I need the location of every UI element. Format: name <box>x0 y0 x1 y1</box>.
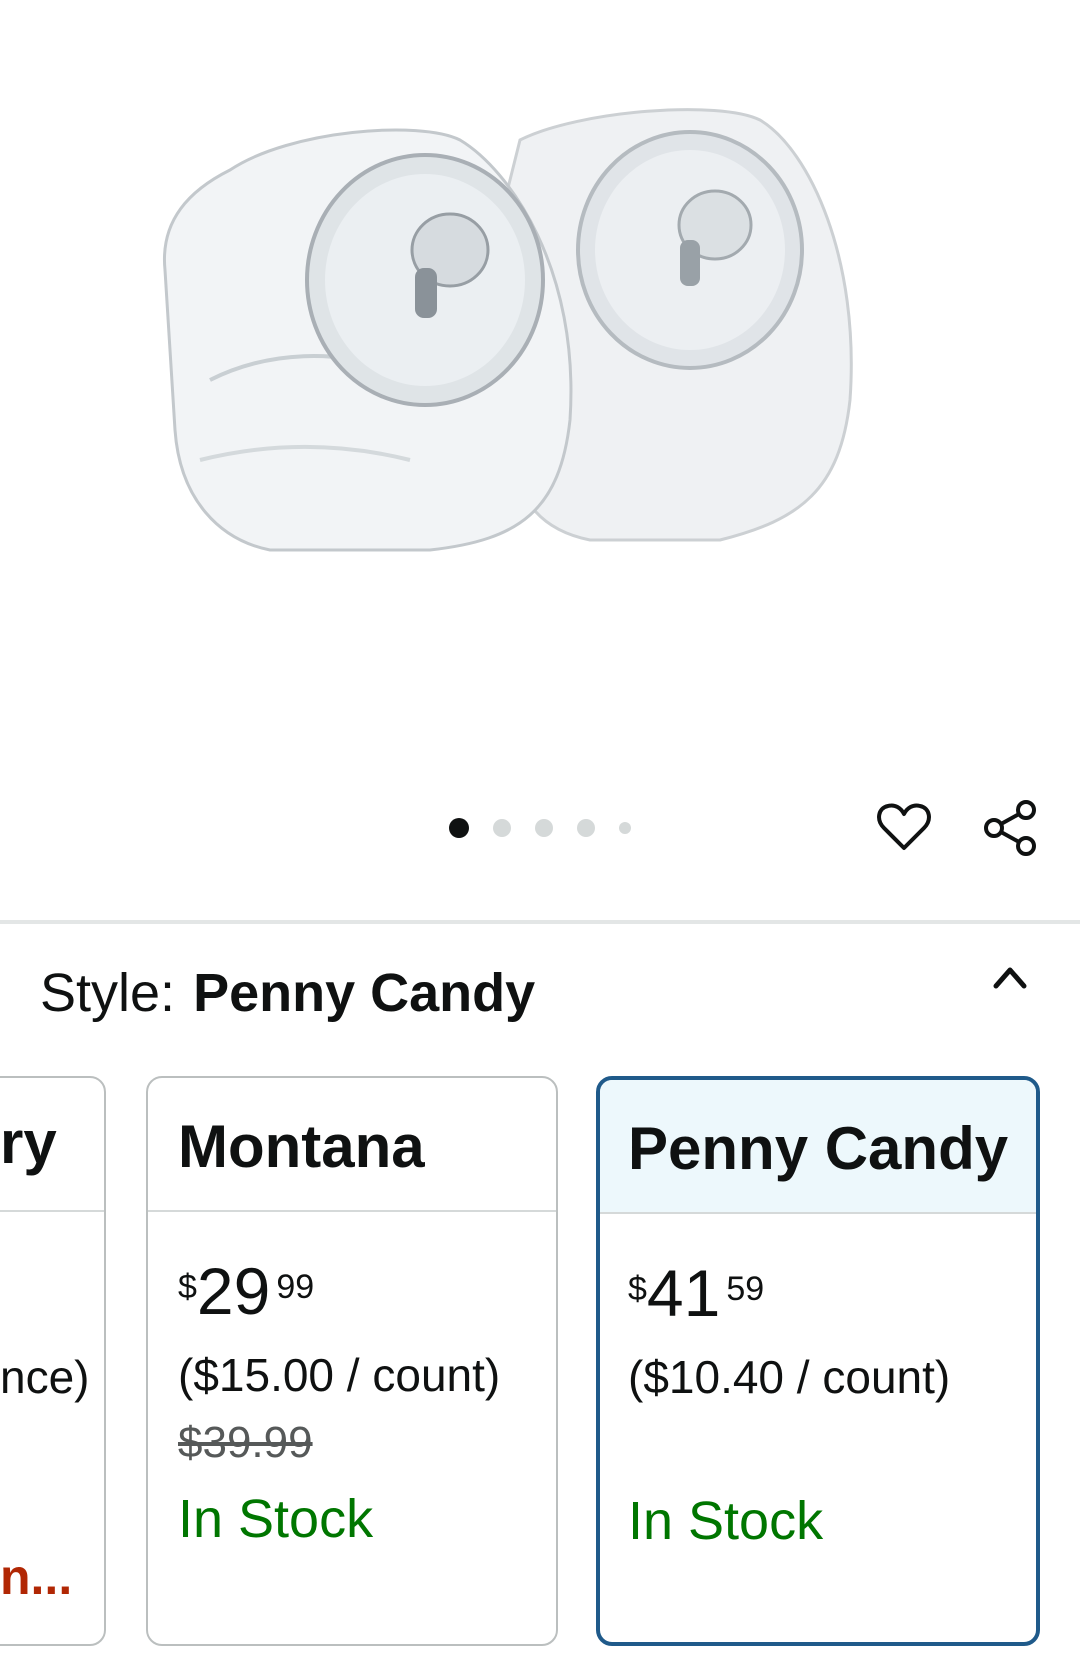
product-image-gallery[interactable] <box>0 0 1080 920</box>
style-value: Penny Candy <box>193 963 536 1023</box>
price-fraction: 99 <box>276 1268 315 1306</box>
availability: In Stock <box>178 1489 374 1549</box>
style-option-name: Penny Candy <box>600 1080 1036 1214</box>
pagination-dot-active[interactable] <box>449 818 469 838</box>
style-label: Style: <box>40 963 176 1023</box>
style-option-card[interactable]: ry nce) n... <box>0 1076 106 1646</box>
style-option-price: $ 41 59 <box>628 1260 1036 1326</box>
style-option-name: ry <box>0 1109 57 1176</box>
heart-icon[interactable] <box>876 802 932 854</box>
style-option-unit-price: ($10.40 / count) <box>628 1351 951 1403</box>
style-option-card-montana[interactable]: Montana $ 29 99 ($15.00 / count) $39.99 … <box>146 1076 558 1646</box>
style-option-note: n... <box>0 1549 73 1605</box>
pagination-dot[interactable] <box>577 819 595 837</box>
style-option-header: ry <box>0 1078 104 1212</box>
share-icon[interactable] <box>980 798 1040 858</box>
style-option-name: Montana <box>148 1078 556 1212</box>
chevron-up-icon[interactable] <box>990 958 1030 994</box>
section-divider <box>0 920 1080 924</box>
pagination-dot[interactable] <box>619 822 631 834</box>
style-option-price: $ 29 99 <box>178 1258 556 1324</box>
product-image[interactable] <box>160 100 920 600</box>
price-currency: $ <box>178 1268 197 1306</box>
style-option-unit-price: nce) <box>0 1351 90 1403</box>
style-heading: Style: Penny Candy <box>40 962 535 1024</box>
price-currency: $ <box>628 1270 647 1308</box>
pagination-dot[interactable] <box>493 819 511 837</box>
list-price: $39.99 <box>178 1418 313 1467</box>
price-whole: 29 <box>196 1254 271 1328</box>
availability: In Stock <box>628 1491 824 1551</box>
price-fraction: 59 <box>726 1270 765 1308</box>
style-option-card-penny-candy[interactable]: Penny Candy $ 41 59 ($10.40 / count) In … <box>596 1076 1040 1646</box>
pagination-dot[interactable] <box>535 819 553 837</box>
style-option-unit-price: ($15.00 / count) <box>178 1349 501 1401</box>
price-whole: 41 <box>646 1256 721 1330</box>
